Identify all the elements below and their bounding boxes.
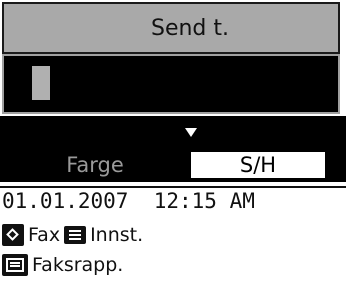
page-title: Send t. (150, 15, 230, 41)
fax-report-icon[interactable] (2, 254, 28, 276)
option-mono-label: S/H (239, 153, 277, 177)
title-bar: Send t. (2, 2, 340, 54)
report-label: Faksrapp. (32, 254, 124, 276)
option-color-label: Farge (66, 153, 124, 177)
date-time-status: 01.01.2007 12:15 AM (0, 186, 346, 216)
menu-row-1: Fax Innst. (2, 220, 143, 250)
date-text: 01.01.2007 (2, 189, 129, 213)
color-mode-selector: Farge S/H (0, 148, 346, 182)
settings-label: Innst. (90, 224, 144, 246)
scroll-indicator-bar (0, 116, 346, 148)
down-arrow-icon[interactable] (185, 128, 197, 137)
option-color[interactable]: Farge (0, 151, 190, 179)
menu-list-icon[interactable] (64, 226, 87, 244)
option-mono[interactable]: S/H (190, 151, 326, 179)
lcd-screen: Send t. Farge S/H 01.01.2007 12:15 AM Fa… (0, 0, 346, 282)
fax-number-input[interactable] (2, 54, 340, 114)
menu-row-2: Faksrapp. (2, 250, 123, 280)
time-text: 12:15 AM (153, 189, 255, 213)
fax-label: Fax (28, 224, 61, 246)
text-cursor (32, 66, 50, 100)
diamond-start-icon[interactable] (2, 224, 24, 246)
